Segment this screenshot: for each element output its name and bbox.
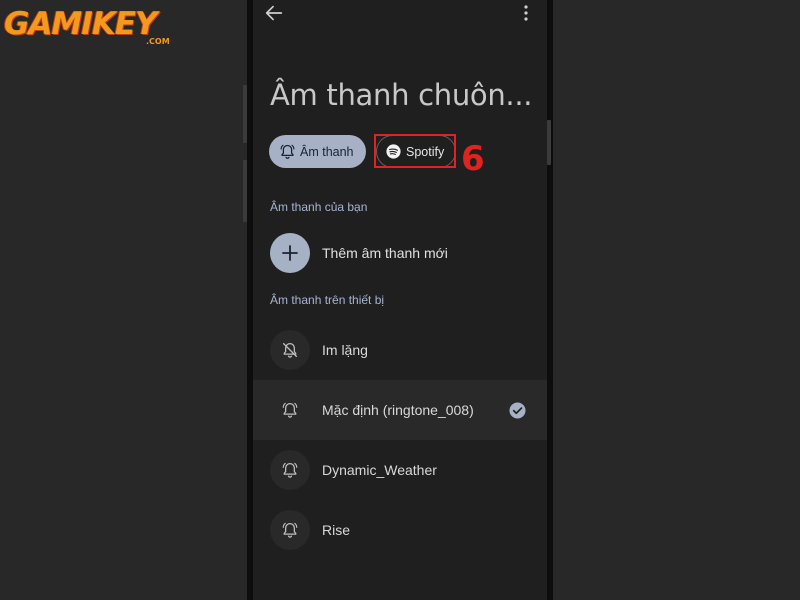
sound-label: Rise <box>322 522 351 538</box>
sound-label: Im lặng <box>322 342 368 358</box>
icon-circle <box>270 510 310 550</box>
volume-button <box>243 85 247 143</box>
chip-sounds-label: Âm thanh <box>300 144 354 159</box>
logo-suffix: .COM <box>146 37 170 46</box>
section-your-sounds: Âm thanh của bạn <box>270 200 368 214</box>
sound-row-default[interactable]: Mặc định (ringtone_008) <box>253 380 547 440</box>
icon-circle <box>270 450 310 490</box>
sound-row-dynamic-weather[interactable]: Dynamic_Weather <box>253 440 547 500</box>
plus-icon <box>282 245 298 261</box>
section-device-sounds: Âm thanh trên thiết bị <box>270 293 385 307</box>
add-circle <box>270 233 310 273</box>
add-new-sound-label: Thêm âm thanh mới <box>322 245 448 261</box>
back-arrow-icon[interactable] <box>263 2 285 24</box>
ringtone-screen: Âm thanh chuôn... Âm thanh Spotify Âm th… <box>253 0 547 600</box>
gamikey-logo: GAMIKEY .COM <box>4 5 170 47</box>
phone-frame-right <box>547 0 553 600</box>
bell-icon <box>282 402 298 418</box>
add-new-sound-button[interactable]: Thêm âm thanh mới <box>253 229 547 277</box>
chip-spotify[interactable]: Spotify <box>376 135 456 168</box>
side-key <box>547 120 551 165</box>
sound-label: Mặc định (ringtone_008) <box>322 402 474 418</box>
more-vert-icon[interactable] <box>519 3 533 23</box>
step-number: 6 <box>461 139 485 179</box>
chip-sounds[interactable]: Âm thanh <box>269 135 366 168</box>
page-title: Âm thanh chuôn... <box>270 78 533 112</box>
bell-icon <box>282 462 298 478</box>
logo-text: GAMIKEY <box>4 6 157 42</box>
sound-label: Dynamic_Weather <box>322 462 437 478</box>
sound-row-rise[interactable]: Rise <box>253 500 547 560</box>
check-circle-icon <box>509 402 526 419</box>
icon-circle <box>270 330 310 370</box>
power-button <box>243 160 247 222</box>
bell-icon <box>280 144 295 159</box>
spotify-icon <box>386 144 401 159</box>
chip-spotify-label: Spotify <box>406 144 445 159</box>
icon-circle <box>270 390 310 430</box>
sound-row-silent[interactable]: Im lặng <box>253 320 547 380</box>
bell-off-icon <box>282 342 298 358</box>
bell-icon <box>282 522 298 538</box>
